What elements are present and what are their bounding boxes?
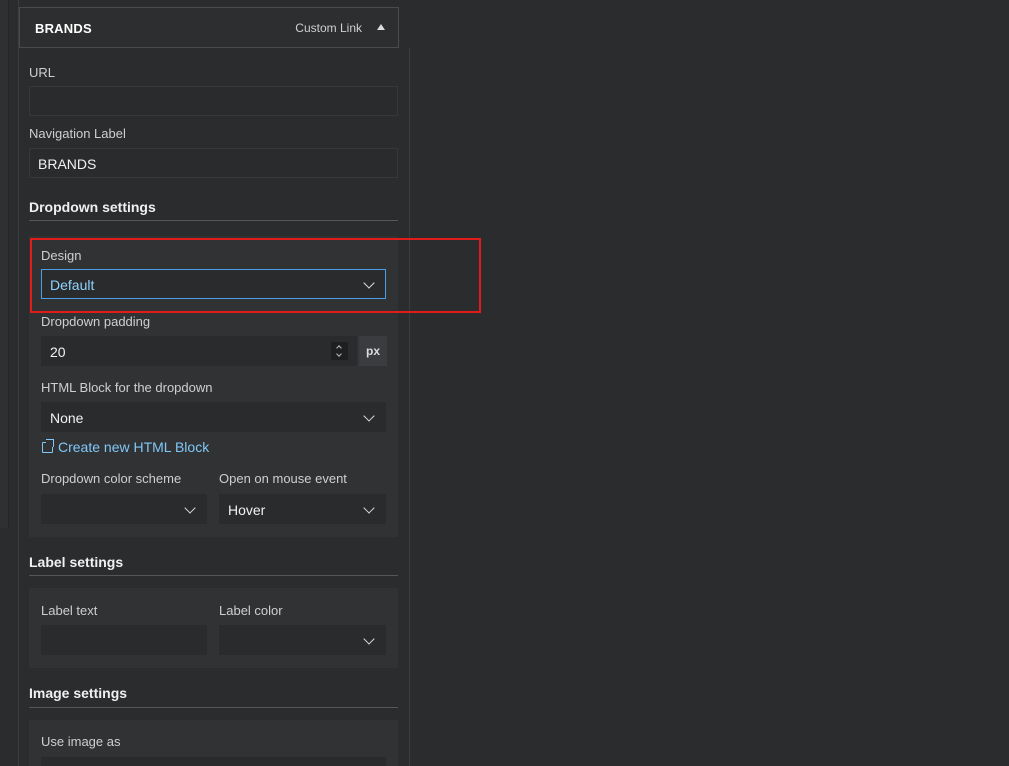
chevron-down-icon xyxy=(184,502,196,514)
label-text-input[interactable] xyxy=(41,625,207,655)
url-input[interactable] xyxy=(29,86,398,116)
html-block-select[interactable]: None xyxy=(41,402,386,432)
padding-unit-suffix: px xyxy=(359,336,387,366)
html-block-select-value: None xyxy=(50,410,84,426)
number-stepper-icon[interactable] xyxy=(331,342,348,360)
dropdown-padding-input[interactable]: 20 xyxy=(41,336,357,366)
highlight-box xyxy=(30,238,481,313)
navigation-label-input[interactable]: BRANDS xyxy=(29,148,398,178)
navigation-label-label: Navigation Label xyxy=(29,126,126,141)
menu-item-title: BRANDS xyxy=(35,21,92,36)
mouse-event-select-value: Hover xyxy=(228,502,266,518)
dropdown-padding-value: 20 xyxy=(50,344,66,360)
url-label: URL xyxy=(29,65,56,80)
mouse-event-label: Open on mouse event xyxy=(219,471,347,486)
collapse-arrow-icon[interactable] xyxy=(377,24,385,30)
dropdown-padding-label: Dropdown padding xyxy=(41,314,151,329)
menu-item-header[interactable]: BRANDS Custom Link xyxy=(19,7,399,48)
html-block-label: HTML Block for the dropdown xyxy=(41,380,213,395)
label-settings-title: Label settings xyxy=(29,554,124,570)
external-link-icon xyxy=(42,439,54,453)
label-color-select[interactable] xyxy=(219,625,386,655)
chevron-down-icon xyxy=(363,410,375,422)
label-text-label: Label text xyxy=(41,603,98,618)
label-settings-divider xyxy=(29,575,398,576)
chevron-down-icon xyxy=(363,633,375,645)
dropdown-settings-title: Dropdown settings xyxy=(29,199,156,215)
image-settings-divider xyxy=(29,707,398,708)
image-settings-title: Image settings xyxy=(29,685,128,701)
color-scheme-select[interactable] xyxy=(41,494,207,524)
chevron-down-icon xyxy=(363,502,375,514)
use-image-as-select[interactable] xyxy=(41,757,386,766)
menu-item-type: Custom Link xyxy=(295,21,362,35)
color-scheme-label: Dropdown color scheme xyxy=(41,471,182,486)
use-image-as-label: Use image as xyxy=(41,734,121,749)
dropdown-settings-divider xyxy=(29,220,398,221)
create-html-block-link[interactable]: Create new HTML Block xyxy=(58,439,209,455)
mouse-event-select[interactable]: Hover xyxy=(219,494,386,524)
left-sidebar-edge xyxy=(0,0,9,528)
panel-border-right xyxy=(409,48,410,766)
label-color-label: Label color xyxy=(219,603,283,618)
